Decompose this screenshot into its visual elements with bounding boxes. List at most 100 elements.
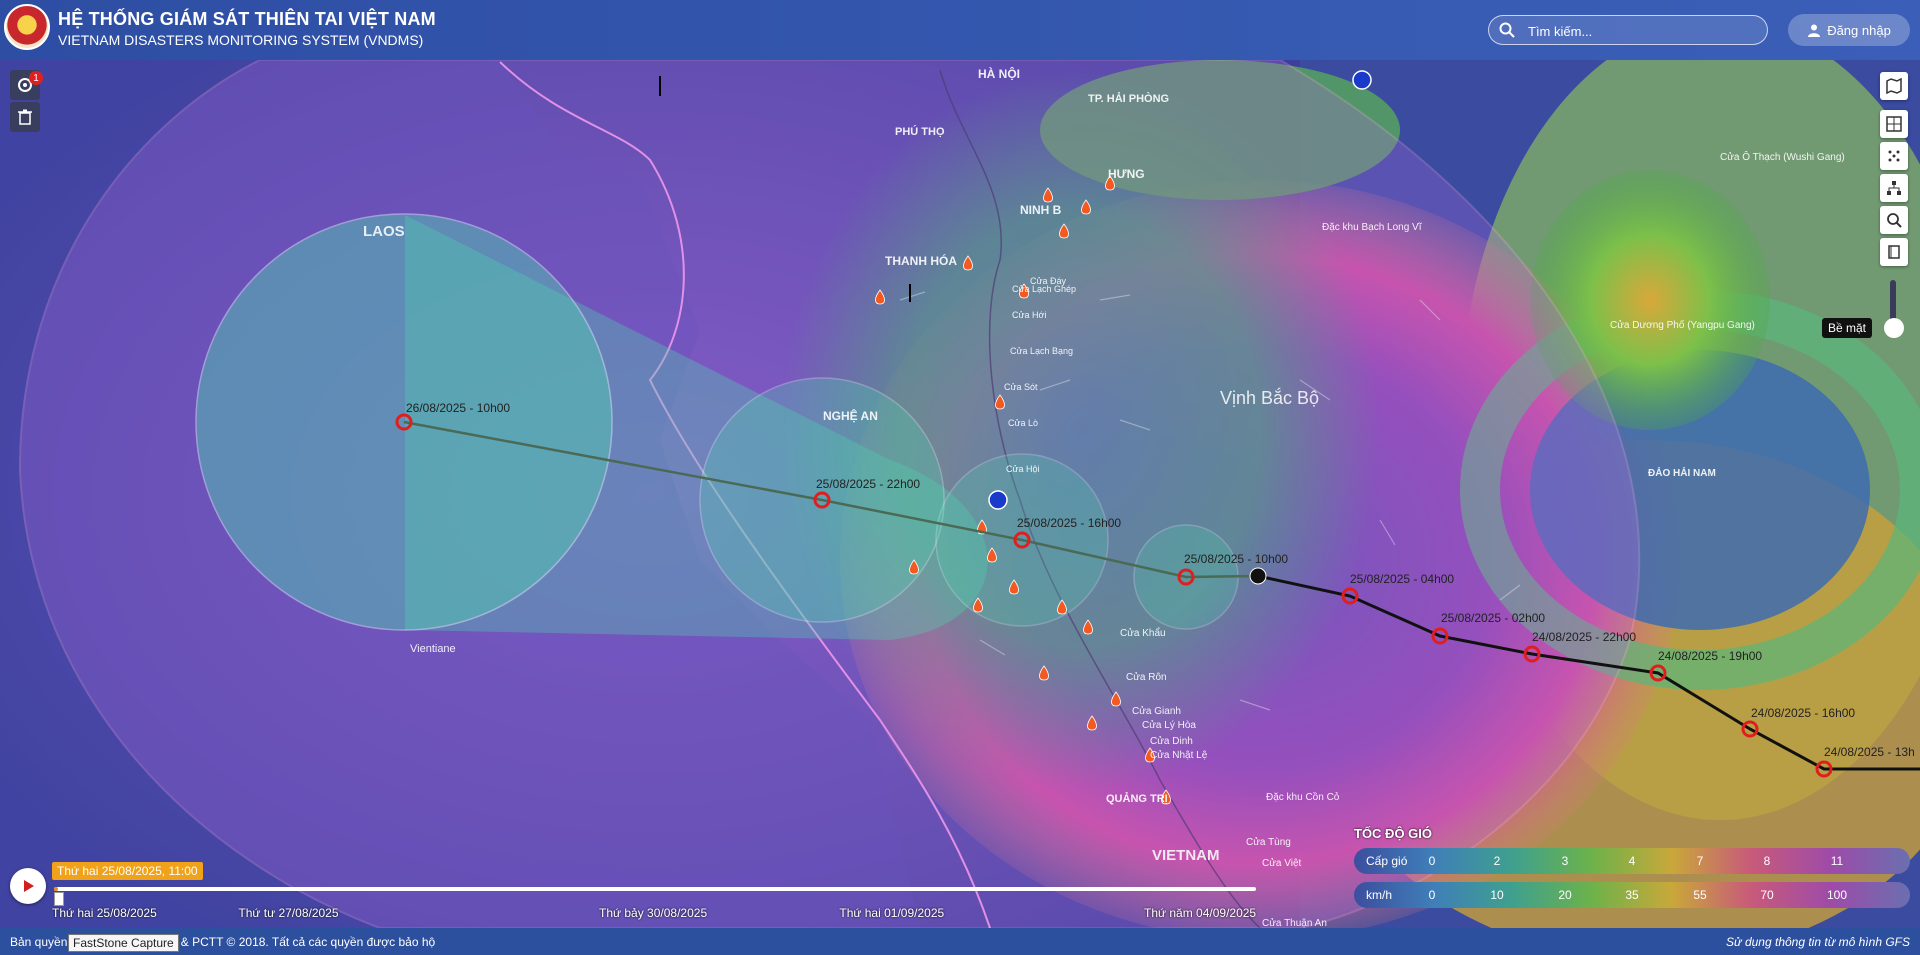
place-label: TP. HẢI PHÒNG bbox=[1088, 92, 1169, 105]
grid-layer-button[interactable] bbox=[1880, 110, 1908, 138]
place-label: Cửa Đáy bbox=[1030, 276, 1067, 286]
login-label: Đăng nhập bbox=[1827, 22, 1891, 38]
search-icon[interactable] bbox=[1498, 21, 1516, 39]
legend-value: 0 bbox=[1428, 888, 1436, 902]
user-icon bbox=[1808, 24, 1821, 37]
storm-point-label: 25/08/2025 - 10h00 bbox=[1184, 552, 1288, 566]
scatter-layer-button[interactable] bbox=[1880, 142, 1908, 170]
place-label: LAOS bbox=[363, 223, 405, 240]
legend-value: 35 bbox=[1625, 888, 1639, 902]
legend-value: 55 bbox=[1693, 888, 1707, 902]
place-label: Cửa Thuận An bbox=[1262, 917, 1327, 928]
place-label: QUẢNG TRỊ bbox=[1106, 792, 1168, 805]
place-label: Vientiane bbox=[410, 643, 456, 655]
place-label: Cửa Ô Thạch (Wushi Gang) bbox=[1720, 150, 1845, 163]
place-label: Cửa Việt bbox=[1262, 857, 1302, 869]
legend-value: 7 bbox=[1696, 854, 1704, 868]
legend-value: 20 bbox=[1558, 888, 1572, 902]
app-title: HỆ THỐNG GIÁM SÁT THIÊN TAI VIỆT NAM bbox=[58, 9, 436, 29]
zoom-button[interactable] bbox=[1880, 206, 1908, 234]
timeline-tick-label[interactable]: Thứ hai 01/09/2025 bbox=[839, 906, 944, 920]
place-label: Cửa Nhật Lệ bbox=[1150, 749, 1208, 761]
place-label: Cửa Rôn bbox=[1126, 671, 1167, 683]
place-label: Cửa Hới bbox=[1012, 310, 1046, 320]
place-label: THANH HÓA bbox=[885, 253, 957, 268]
timeline-tick-label[interactable]: Thứ năm 04/09/2025 bbox=[1144, 906, 1256, 920]
place-label: VIETNAM bbox=[1152, 847, 1220, 864]
storm-point-label: 25/08/2025 - 22h00 bbox=[816, 477, 920, 491]
storm-point-label: 26/08/2025 - 10h00 bbox=[406, 401, 510, 415]
place-label: NGHỆ AN bbox=[823, 408, 878, 423]
book-icon bbox=[1888, 245, 1900, 259]
map-icon bbox=[1886, 78, 1902, 94]
legend-value: 70 bbox=[1760, 888, 1774, 902]
place-label: Cửa Tùng bbox=[1246, 836, 1291, 848]
legend-value: 3 bbox=[1561, 854, 1569, 868]
dots-icon bbox=[1888, 150, 1900, 162]
clear-button[interactable] bbox=[10, 102, 40, 132]
layer-level-label: Bề mặt bbox=[1822, 318, 1873, 338]
notification-badge: 1 bbox=[29, 71, 43, 85]
vndms-logo[interactable] bbox=[4, 4, 50, 50]
storm-point-label: 24/08/2025 - 22h00 bbox=[1532, 630, 1636, 644]
storm-point-4[interactable] bbox=[1249, 567, 1267, 585]
place-label: Cửa Khẩu bbox=[1120, 627, 1166, 639]
legend-title: TỐC ĐỘ GIÓ bbox=[1354, 826, 1432, 841]
place-label: Cửa Hội bbox=[1006, 464, 1040, 474]
timeline-track[interactable] bbox=[54, 887, 1256, 891]
map-svg[interactable]: 26/08/2025 - 10h00 25/08/2025 - 22h00 25/0… bbox=[0, 60, 1920, 928]
storm-point-label: 25/08/2025 - 02h00 bbox=[1441, 611, 1545, 625]
app-header: HỆ THỐNG GIÁM SÁT THIÊN TAI VIỆT NAM VIE… bbox=[0, 0, 1920, 60]
place-label: Cửa Lò bbox=[1008, 418, 1038, 428]
legend-value: 11 bbox=[1830, 854, 1844, 868]
timeline-tick-label[interactable]: Thứ hai 25/08/2025 bbox=[52, 906, 157, 920]
place-label: ĐẢO HẢI NAM bbox=[1648, 466, 1716, 479]
legend-value: 8 bbox=[1763, 854, 1771, 868]
search-input[interactable] bbox=[1526, 18, 1760, 44]
place-label: Vịnh Bắc Bộ bbox=[1220, 387, 1319, 408]
timeline-tick-label[interactable]: Thứ tư 27/08/2025 bbox=[238, 906, 338, 920]
gfs-source-note: Sử dụng thông tin từ mô hình GFS bbox=[1726, 935, 1910, 949]
zoom-icon bbox=[1887, 213, 1902, 228]
legend-value: 2 bbox=[1493, 854, 1501, 868]
place-label: Đặc khu Cồn Cỏ bbox=[1266, 791, 1340, 803]
place-label: PHÚ THỌ bbox=[895, 125, 945, 138]
sitemap-icon bbox=[1887, 181, 1901, 195]
place-label: Cửa Sót bbox=[1004, 382, 1038, 392]
legend-value: 100 bbox=[1826, 888, 1848, 902]
trash-icon bbox=[18, 109, 32, 125]
place-label: Cửa Lý Hòa bbox=[1142, 719, 1196, 731]
place-label: Cửa Dương Phố (Yangpu Gang) bbox=[1610, 319, 1755, 331]
legend-value: 0 bbox=[1428, 854, 1436, 868]
legend-value: 4 bbox=[1628, 854, 1636, 868]
map-canvas[interactable]: 26/08/2025 - 10h00 25/08/2025 - 22h00 25/0… bbox=[0, 60, 1920, 928]
footer: Bản quyền thuộc về Cục QLĐĐ & PCTT © 201… bbox=[0, 928, 1920, 955]
place-label: HÀ NỘI bbox=[978, 66, 1020, 81]
place-label: Đặc khu Bạch Long Vĩ bbox=[1322, 222, 1423, 233]
place-label: Cửa Gianh bbox=[1132, 705, 1181, 717]
place-label: Cửa Lạch Bạng bbox=[1010, 346, 1073, 356]
timeline-current-date: Thứ hai 25/08/2025, 11:00 bbox=[52, 862, 203, 880]
grid-icon bbox=[1886, 116, 1902, 132]
book-button[interactable] bbox=[1880, 238, 1908, 266]
play-icon bbox=[24, 880, 34, 892]
legend-row-wind-level: Cấp gió 0 2 3 4 7 8 11 bbox=[1354, 848, 1910, 874]
faststone-tooltip: FastStone Capture bbox=[68, 934, 179, 952]
login-button[interactable]: Đăng nhập bbox=[1788, 14, 1910, 46]
place-label: Cửa Dinh bbox=[1150, 735, 1193, 747]
place-label: NINH B bbox=[1020, 203, 1062, 217]
legend-row-label: Cấp gió bbox=[1366, 854, 1408, 868]
basemap-button[interactable] bbox=[1880, 72, 1908, 100]
storm-point-label: 25/08/2025 - 04h00 bbox=[1350, 572, 1454, 586]
play-button[interactable] bbox=[10, 868, 46, 904]
storm-point-label: 24/08/2025 - 19h00 bbox=[1658, 649, 1762, 663]
legend-value: 10 bbox=[1490, 888, 1504, 902]
network-button[interactable] bbox=[1880, 174, 1908, 202]
layer-level-knob[interactable] bbox=[1884, 318, 1904, 338]
timeline-tick-label[interactable]: Thứ bảy 30/08/2025 bbox=[599, 906, 707, 920]
legend-row-kmh: km/h 0 10 20 35 55 70 100 bbox=[1354, 882, 1910, 908]
place-label: HƯNG bbox=[1108, 167, 1145, 181]
timeline-progress bbox=[54, 887, 58, 891]
legend-row-label: km/h bbox=[1366, 888, 1393, 902]
timeline-handle[interactable] bbox=[54, 892, 65, 906]
